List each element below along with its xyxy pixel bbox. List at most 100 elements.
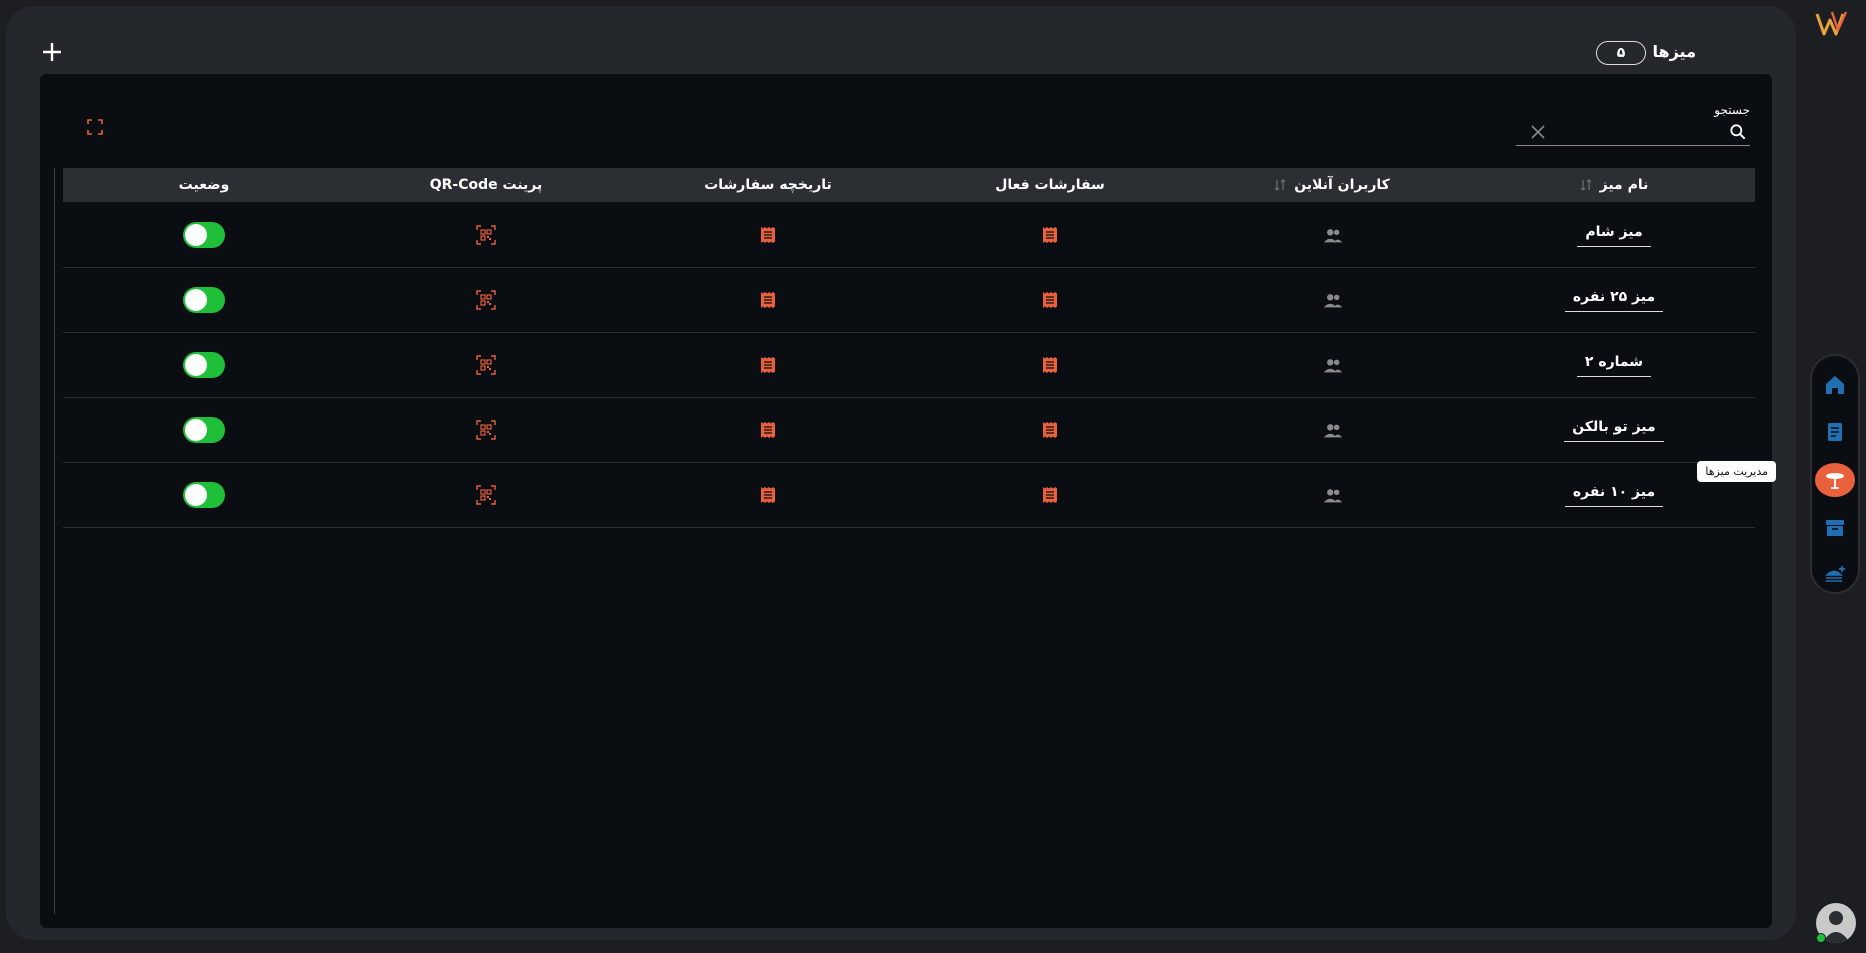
sidebar-item-tables[interactable] xyxy=(1815,463,1855,497)
cell-name: میز تو بالکن xyxy=(1473,398,1755,462)
menu-book-icon xyxy=(1828,423,1842,442)
column-header-order-history: تاریخچه سفارشات xyxy=(627,168,909,202)
cell-status xyxy=(63,333,345,397)
receipt-icon[interactable] xyxy=(758,290,778,310)
receipt-icon[interactable] xyxy=(1040,420,1060,440)
status-toggle[interactable] xyxy=(183,222,225,248)
cell-print-qr xyxy=(345,268,627,332)
cell-active-orders xyxy=(909,333,1191,397)
fullscreen-icon[interactable] xyxy=(87,119,103,135)
cell-print-qr xyxy=(345,463,627,527)
sort-icon[interactable] xyxy=(1274,179,1286,191)
table-name-link[interactable]: میز ۱۰ نفره xyxy=(1564,484,1664,507)
search-icon[interactable] xyxy=(1728,122,1748,142)
table-row: میز تو بالکن xyxy=(63,398,1755,463)
receipt-icon[interactable] xyxy=(758,420,778,440)
cell-online-users xyxy=(1191,333,1473,397)
receipt-icon[interactable] xyxy=(758,355,778,375)
table-header: نام میز کاربران آنلاین سفارشات فعال تاری… xyxy=(63,168,1755,202)
table-count-badge: ۵ xyxy=(1596,41,1646,65)
column-label-status: وضعیت xyxy=(178,177,230,193)
food-add-icon xyxy=(1825,566,1845,582)
cell-order-history xyxy=(627,463,909,527)
status-toggle[interactable] xyxy=(183,352,225,378)
users-icon[interactable] xyxy=(1322,290,1343,310)
sidebar-item-home[interactable] xyxy=(1815,368,1855,402)
home-icon xyxy=(1826,375,1844,394)
cell-print-qr xyxy=(345,398,627,462)
cell-online-users xyxy=(1191,203,1473,267)
search-input[interactable] xyxy=(1556,120,1720,142)
cell-print-qr xyxy=(345,333,627,397)
table-name-link[interactable]: شماره ۲ xyxy=(1576,354,1652,377)
users-icon[interactable] xyxy=(1322,420,1343,440)
cell-status xyxy=(63,398,345,462)
column-label-online-users: کاربران آنلاین xyxy=(1294,177,1390,193)
sidebar-item-archive[interactable] xyxy=(1815,511,1855,545)
main-frame: میزها ۵ جستجو نام میز کاربران آنلاین سفا… xyxy=(6,6,1796,940)
table-name-link[interactable]: میز ۲۵ نفره xyxy=(1564,289,1664,312)
cell-order-history xyxy=(627,203,909,267)
cell-online-users xyxy=(1191,398,1473,462)
cell-active-orders xyxy=(909,398,1191,462)
cell-online-users xyxy=(1191,268,1473,332)
users-icon[interactable] xyxy=(1322,485,1343,505)
online-status-dot xyxy=(1816,933,1826,943)
qr-code-icon[interactable] xyxy=(476,355,496,375)
qr-code-icon[interactable] xyxy=(476,420,496,440)
status-toggle[interactable] xyxy=(183,482,225,508)
cell-name: شماره ۲ xyxy=(1473,333,1755,397)
cell-order-history xyxy=(627,268,909,332)
table-row: میز ۱۰ نفره xyxy=(63,463,1755,528)
qr-code-icon[interactable] xyxy=(476,225,496,245)
table-icon xyxy=(1826,472,1844,489)
tables-panel: جستجو نام میز کاربران آنلاین سفارشات فعا… xyxy=(40,74,1772,928)
cell-status xyxy=(63,463,345,527)
receipt-icon[interactable] xyxy=(1040,290,1060,310)
sort-icon[interactable] xyxy=(1580,179,1592,191)
cell-active-orders xyxy=(909,268,1191,332)
sidebar-nav xyxy=(1810,354,1860,594)
table-name-link[interactable]: میز تو بالکن xyxy=(1564,419,1664,442)
cell-online-users xyxy=(1191,463,1473,527)
sidebar-item-food[interactable] xyxy=(1815,558,1855,592)
users-icon[interactable] xyxy=(1322,225,1343,245)
table-row: میز ۲۵ نفره xyxy=(63,268,1755,333)
cell-status xyxy=(63,268,345,332)
qr-code-icon[interactable] xyxy=(476,290,496,310)
cell-status xyxy=(63,203,345,267)
sidebar-item-menu[interactable] xyxy=(1815,416,1855,450)
column-label-print-qr: پرینت QR-Code xyxy=(429,177,543,193)
column-header-active-orders: سفارشات فعال xyxy=(909,168,1191,202)
column-label-order-history: تاریخچه سفارشات xyxy=(704,177,832,193)
cell-active-orders xyxy=(909,203,1191,267)
receipt-icon[interactable] xyxy=(758,485,778,505)
status-toggle[interactable] xyxy=(183,417,225,443)
sidebar-tooltip: مدیریت میزها xyxy=(1697,461,1776,482)
status-toggle[interactable] xyxy=(183,287,225,313)
receipt-icon[interactable] xyxy=(758,225,778,245)
archive-icon xyxy=(1826,519,1844,536)
cell-name: میز ۲۵ نفره xyxy=(1473,268,1755,332)
receipt-icon[interactable] xyxy=(1040,485,1060,505)
table-name-link[interactable]: میز شام xyxy=(1577,224,1651,247)
receipt-icon[interactable] xyxy=(1040,225,1060,245)
cell-print-qr xyxy=(345,203,627,267)
users-icon[interactable] xyxy=(1322,355,1343,375)
qr-code-icon[interactable] xyxy=(476,485,496,505)
brand-logo-icon xyxy=(1815,11,1848,36)
search-label: جستجو xyxy=(1714,103,1750,117)
cell-name: میز شام xyxy=(1473,203,1755,267)
add-icon[interactable] xyxy=(40,40,64,64)
cell-active-orders xyxy=(909,463,1191,527)
right-rail xyxy=(1800,0,1866,953)
cell-order-history xyxy=(627,398,909,462)
column-header-online-users[interactable]: کاربران آنلاین xyxy=(1191,168,1473,202)
page-title: میزها xyxy=(1652,42,1697,61)
column-header-name[interactable]: نام میز xyxy=(1473,168,1755,202)
column-label-name: نام میز xyxy=(1599,177,1649,193)
cell-order-history xyxy=(627,333,909,397)
tables-table: نام میز کاربران آنلاین سفارشات فعال تاری… xyxy=(54,168,1755,914)
receipt-icon[interactable] xyxy=(1040,355,1060,375)
close-icon[interactable] xyxy=(1530,124,1546,140)
